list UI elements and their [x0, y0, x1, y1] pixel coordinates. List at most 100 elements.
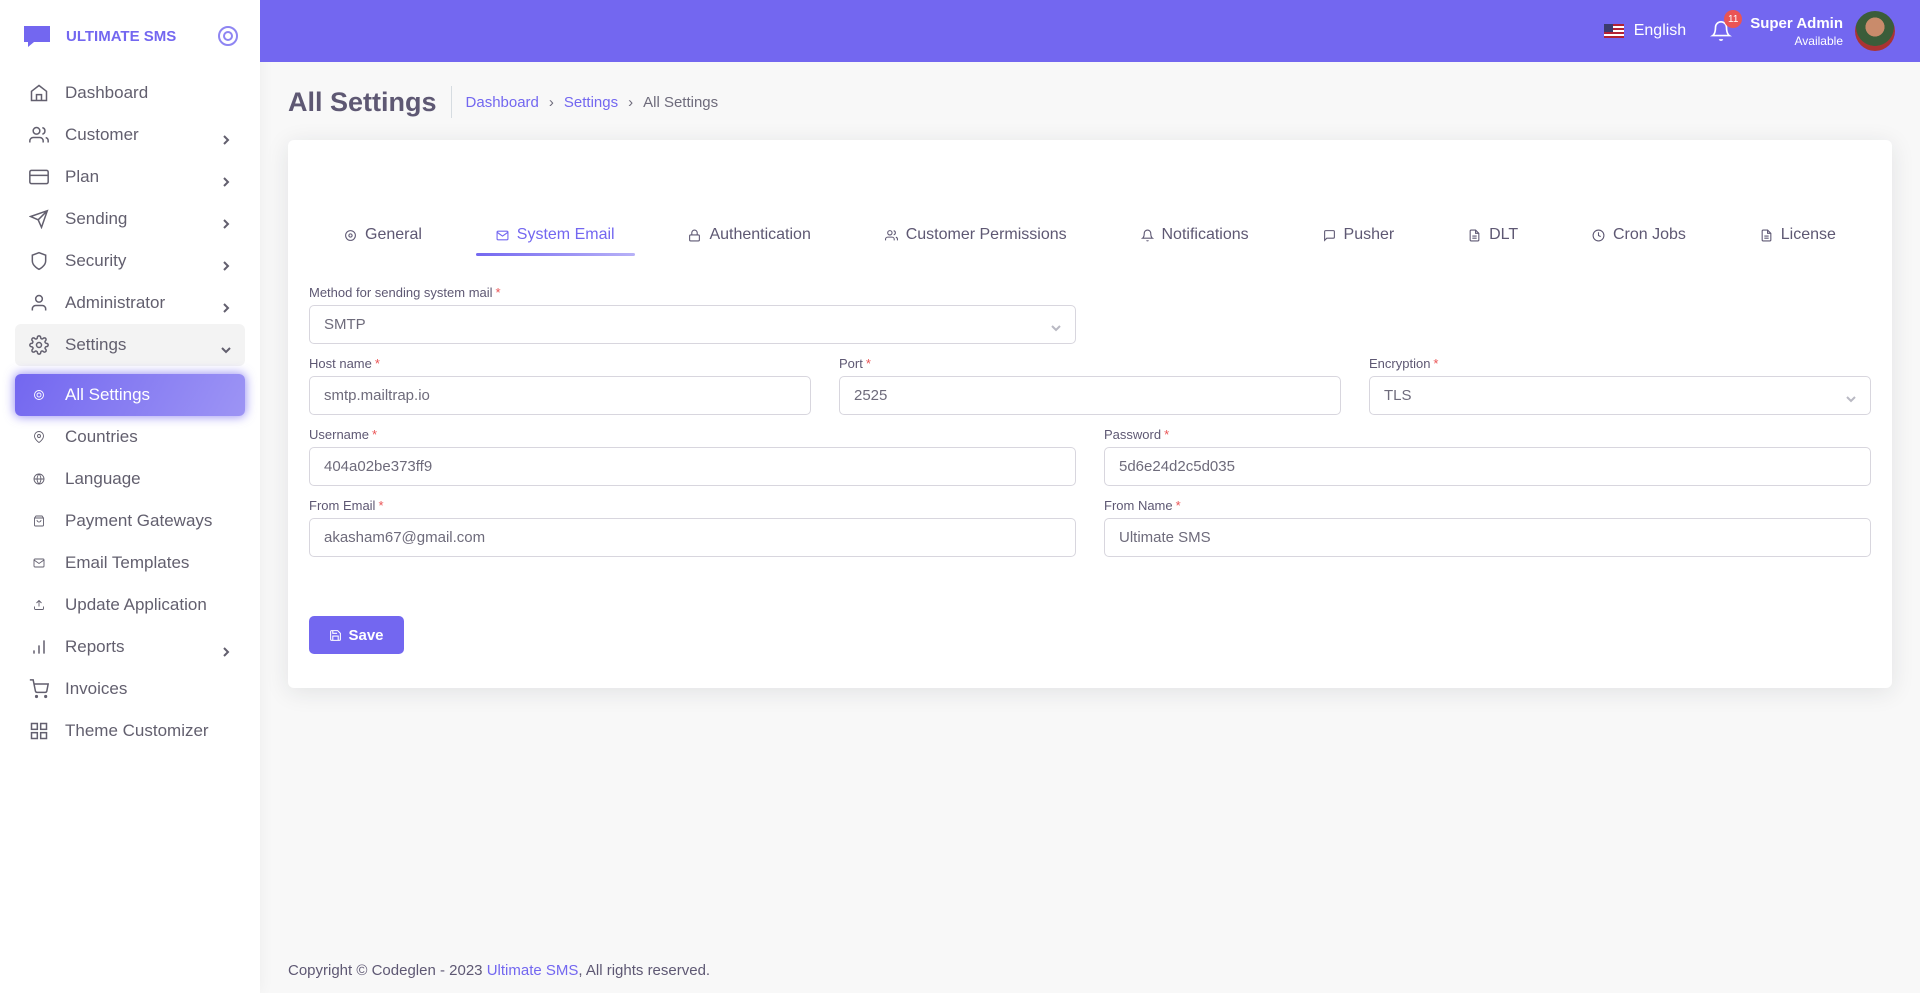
sidebar-item-theme-customizer[interactable]: Theme Customizer [15, 710, 245, 752]
user-name: Super Admin [1750, 14, 1843, 32]
host-field: Host name * smtp.mailtrap.io [309, 356, 811, 415]
sidebar-item-dashboard[interactable]: Dashboard [15, 72, 245, 114]
host-input[interactable]: smtp.mailtrap.io [309, 376, 811, 415]
chevron-right-icon [221, 130, 231, 145]
shield-icon [29, 251, 49, 271]
sidebar-item-label: Countries [65, 427, 138, 446]
from-name-label: From Name * [1104, 498, 1181, 513]
mail-icon [496, 230, 509, 240]
sidebar-item-language[interactable]: Language [15, 458, 245, 500]
tab-authentication[interactable]: Authentication [668, 220, 830, 250]
sidebar-item-label: Invoices [65, 679, 128, 698]
file-text-icon [1469, 229, 1480, 241]
tab-dlt[interactable]: DLT [1448, 220, 1538, 250]
users-icon [884, 229, 898, 240]
encryption-label: Encryption * [1369, 356, 1439, 371]
notifications-button[interactable]: 11 [1710, 10, 1743, 42]
encryption-select[interactable]: TLS [1369, 376, 1871, 415]
sidebar-item-label: All Settings [65, 385, 151, 404]
sidebar-item-update-application[interactable]: Update Application [15, 584, 245, 626]
chevron-right-icon [221, 172, 231, 187]
sidebar-item-label: Settings [65, 335, 127, 354]
sidebar-item-label: Payment Gateways [65, 511, 213, 530]
sidebar-item-label: Plan [65, 167, 100, 186]
sidebar-nav: Dashboard Customer Plan Sending Security… [0, 72, 260, 752]
footer: Copyright © Codeglen - 2023 Ultimate SMS… [288, 962, 710, 979]
sidebar-item-label: Sending [65, 209, 128, 228]
page-title: All Settings [288, 86, 452, 118]
top-navbar: English 11 Super Admin Available [260, 0, 1920, 62]
sidebar-item-label: Reports [65, 637, 125, 656]
sidebar-item-payment-gateways[interactable]: Payment Gateways [15, 500, 245, 542]
user-info[interactable]: Super Admin Available [1750, 15, 1843, 48]
sidebar-item-security[interactable]: Security [15, 240, 245, 282]
username-label: Username * [309, 427, 378, 442]
content-header: All Settings Dashboard › Settings › All … [288, 86, 718, 118]
copyright-text: Copyright © Codeglen - 2023 [288, 962, 483, 979]
language-dropdown[interactable]: English [1603, 22, 1686, 40]
gear-icon [345, 229, 356, 241]
tab-general[interactable]: General [324, 220, 442, 250]
sidebar-item-sending[interactable]: Sending [15, 198, 245, 240]
tab-customer-permissions[interactable]: Customer Permissions [865, 220, 1087, 250]
sidebar-item-countries[interactable]: Countries [15, 416, 245, 458]
chevron-down-icon [221, 340, 231, 354]
sidebar-item-plan[interactable]: Plan [15, 156, 245, 198]
tab-label: Pusher [1343, 226, 1395, 243]
globe-icon [29, 469, 49, 489]
from-email-input[interactable]: akasham67@gmail.com [309, 518, 1076, 557]
from-name-input[interactable]: Ultimate SMS [1104, 518, 1871, 557]
notification-count-badge: 11 [1724, 10, 1743, 28]
chevron-right-icon [221, 214, 231, 229]
tab-system-email[interactable]: System Email [475, 220, 635, 256]
file-text-icon [1761, 229, 1772, 241]
encryption-field: Encryption * TLS [1369, 356, 1871, 415]
footer-brand-link[interactable]: Ultimate SMS [487, 962, 579, 979]
sidebar-toggle-icon[interactable] [218, 26, 238, 46]
upload-icon [29, 595, 49, 615]
chevron-down-icon [1051, 320, 1061, 332]
password-label: Password * [1104, 427, 1170, 442]
avatar[interactable] [1855, 11, 1895, 51]
lock-icon [689, 229, 701, 241]
sidebar-item-email-templates[interactable]: Email Templates [15, 542, 245, 584]
bell-icon [1140, 229, 1154, 241]
map-pin-icon [29, 427, 49, 447]
settings-card: General System Email Authentication Cust… [288, 140, 1892, 688]
sidebar: ULTIMATE SMS Dashboard Customer Plan Sen… [0, 0, 260, 993]
brand[interactable]: ULTIMATE SMS [0, 0, 260, 72]
from-email-label: From Email * [309, 498, 384, 513]
breadcrumb-current: All Settings [643, 93, 719, 111]
username-input[interactable]: 404a02be373ff9 [309, 447, 1076, 486]
sidebar-item-label: Theme Customizer [65, 721, 209, 740]
sidebar-item-settings[interactable]: Settings [15, 324, 245, 366]
password-input[interactable]: 5d6e24d2c5d035 [1104, 447, 1871, 486]
breadcrumb-dashboard[interactable]: Dashboard [466, 94, 539, 111]
save-button[interactable]: Save [309, 616, 404, 654]
method-select[interactable]: SMTP [309, 305, 1076, 344]
sidebar-item-administrator[interactable]: Administrator [15, 282, 245, 324]
sidebar-item-all-settings[interactable]: All Settings [15, 374, 245, 416]
user-status: Available [1794, 33, 1843, 48]
tab-license[interactable]: License [1740, 220, 1856, 250]
from-name-field: From Name * Ultimate SMS [1104, 498, 1871, 557]
sidebar-item-customer[interactable]: Customer [15, 114, 245, 156]
credit-card-icon [29, 167, 49, 187]
tab-notifications[interactable]: Notifications [1121, 220, 1269, 250]
sidebar-item-label: Security [65, 251, 127, 270]
logo-icon [24, 26, 50, 47]
sidebar-item-reports[interactable]: Reports [15, 626, 245, 668]
tab-cron-jobs[interactable]: Cron Jobs [1572, 220, 1706, 250]
tab-pusher[interactable]: Pusher [1303, 220, 1415, 250]
tab-label: Cron Jobs [1612, 226, 1686, 243]
port-input[interactable]: 2525 [839, 376, 1341, 415]
bar-chart-icon [29, 637, 49, 657]
message-square-icon [1323, 229, 1335, 242]
method-label: Method for sending system mail * [309, 285, 501, 300]
sidebar-item-invoices[interactable]: Invoices [15, 668, 245, 710]
tab-label: Authentication [709, 226, 811, 243]
sidebar-item-label: Dashboard [65, 83, 149, 102]
home-icon [29, 83, 49, 103]
host-label: Host name * [309, 356, 380, 371]
breadcrumb-settings[interactable]: Settings [564, 94, 618, 111]
